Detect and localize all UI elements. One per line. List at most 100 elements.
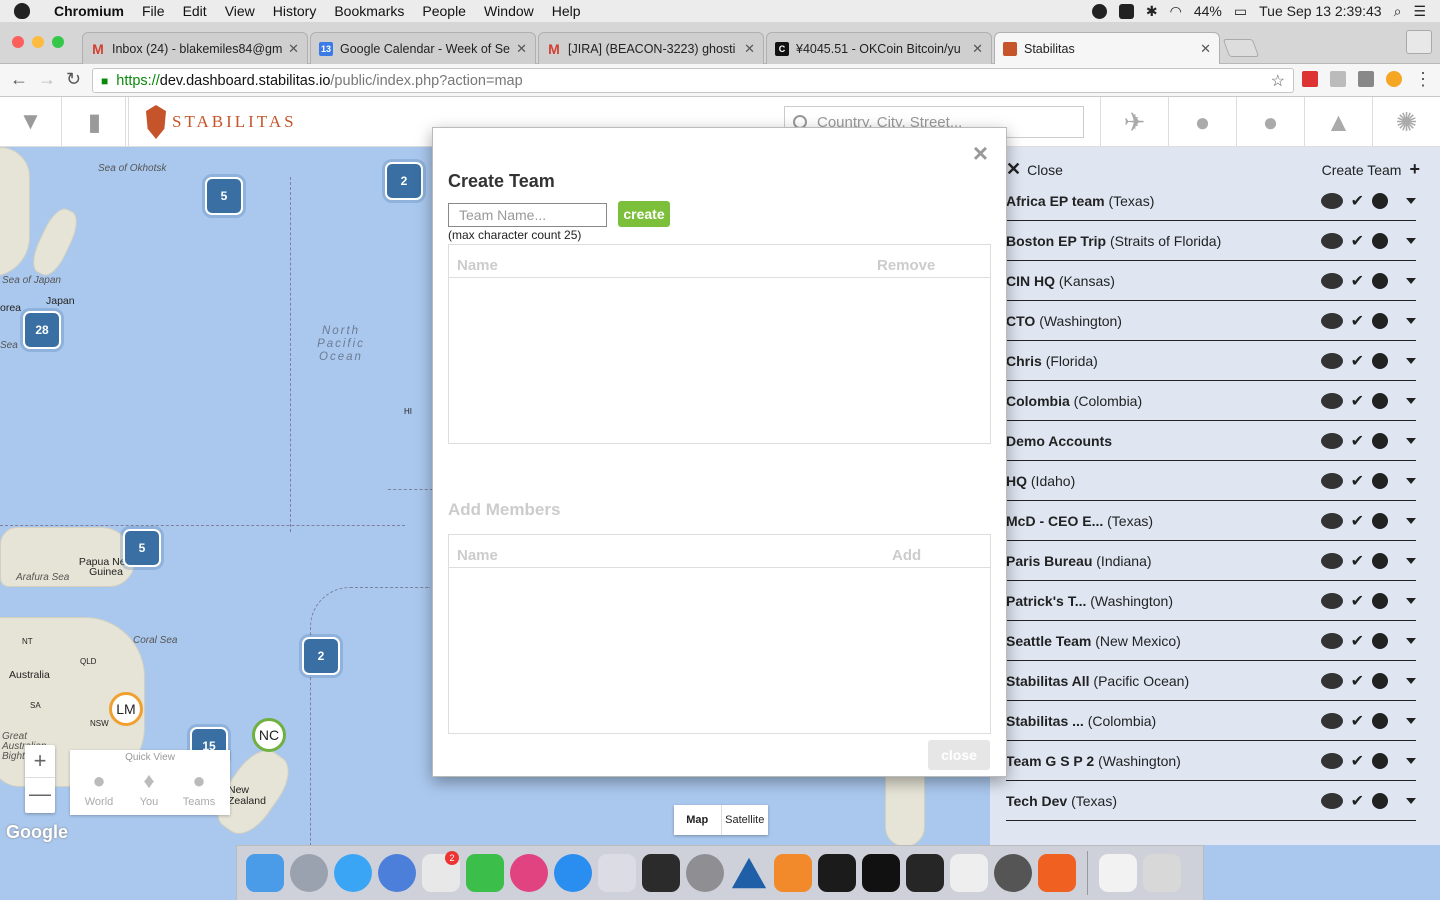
checkmark-icon[interactable]: ✔ [1351, 631, 1364, 651]
team-row[interactable]: Seattle Team (New Mexico) ✔ [1006, 621, 1416, 661]
close-tab-icon[interactable]: ✕ [288, 41, 299, 57]
globe-icon[interactable] [1372, 353, 1388, 369]
reload-icon[interactable]: ↻ [66, 69, 81, 90]
team-name[interactable]: McD - CEO E... (Texas) [1006, 513, 1153, 529]
checkmark-icon[interactable]: ✔ [1351, 351, 1364, 371]
terminal-icon[interactable] [859, 851, 903, 895]
zoom-out-button[interactable]: — [25, 777, 55, 810]
globe-icon[interactable] [1372, 233, 1388, 249]
chevron-down-icon[interactable] [1406, 718, 1416, 724]
menu-history[interactable]: History [273, 3, 317, 19]
team-row[interactable]: CIN HQ (Kansas) ✔ [1006, 261, 1416, 301]
extension-calendar-icon[interactable] [1302, 71, 1318, 87]
panel-close-button[interactable]: ✕ Close [1006, 159, 1063, 180]
tab-okcoin[interactable]: C ¥4045.51 - OKCoin Bitcoin/yu ✕ [766, 32, 992, 64]
chat-icon[interactable] [1320, 793, 1343, 809]
chat-icon[interactable] [1320, 433, 1343, 449]
extension-g-icon[interactable] [1330, 71, 1346, 87]
checkmark-icon[interactable]: ✔ [1351, 711, 1364, 731]
team-name[interactable]: HQ (Idaho) [1006, 473, 1075, 489]
team-row[interactable]: Demo Accounts ✔ [1006, 421, 1416, 461]
malwarebytes-icon[interactable] [1091, 3, 1107, 19]
ethereum-wallet-icon[interactable] [595, 851, 639, 895]
modal-close-button[interactable]: close [928, 740, 990, 770]
menu-edit[interactable]: Edit [183, 3, 207, 19]
menu-help[interactable]: Help [552, 3, 581, 19]
close-tab-icon[interactable]: ✕ [1200, 41, 1211, 57]
filter-icon[interactable]: ▼ [0, 97, 62, 147]
team-row[interactable]: Stabilitas All (Pacific Ocean) ✔ [1006, 661, 1416, 701]
wifi-icon[interactable]: ◠ [1170, 3, 1182, 20]
team-name[interactable]: CIN HQ (Kansas) [1006, 273, 1115, 289]
documents-folder-icon[interactable] [1096, 851, 1140, 895]
chevron-down-icon[interactable] [1406, 278, 1416, 284]
create-button[interactable]: create [618, 201, 670, 227]
back-icon[interactable]: ← [10, 69, 28, 90]
forward-icon[interactable]: → [38, 69, 56, 90]
team-row[interactable]: Patrick's T... (Washington) ✔ [1006, 581, 1416, 621]
slack-icon[interactable]: 2 [419, 851, 463, 895]
team-row[interactable]: Africa EP team (Texas) ✔ [1006, 181, 1416, 221]
finder-icon[interactable] [243, 851, 287, 895]
chat-icon[interactable] [1320, 193, 1343, 209]
chevron-down-icon[interactable] [1406, 438, 1416, 444]
disk-utility-icon[interactable] [991, 851, 1035, 895]
chevron-down-icon[interactable] [1406, 398, 1416, 404]
chevron-down-icon[interactable] [1406, 558, 1416, 564]
globe-icon[interactable] [1372, 273, 1388, 289]
map-team-pin[interactable]: LM [109, 692, 143, 726]
messages-icon[interactable] [331, 851, 375, 895]
quick-view-world-button[interactable]: ● World [74, 766, 124, 808]
chromium-icon[interactable] [375, 851, 419, 895]
notifications-bell-icon[interactable]: ▲ [1304, 97, 1372, 147]
chevron-down-icon[interactable] [1406, 198, 1416, 204]
team-row[interactable]: Boston EP Trip (Straits of Florida) ✔ [1006, 221, 1416, 261]
globe-icon[interactable] [1372, 633, 1388, 649]
chevron-down-icon[interactable] [1406, 678, 1416, 684]
menu-app[interactable]: Chromium [54, 3, 124, 19]
checkmark-icon[interactable]: ✔ [1351, 671, 1364, 691]
globe-icon[interactable] [1372, 753, 1388, 769]
checkmark-icon[interactable]: ✔ [1351, 471, 1364, 491]
checkmark-icon[interactable]: ✔ [1351, 511, 1364, 531]
facetime-icon[interactable] [463, 851, 507, 895]
zoom-window-button[interactable] [52, 36, 64, 48]
close-window-button[interactable] [12, 36, 24, 48]
checkmark-icon[interactable]: ✔ [1351, 791, 1364, 811]
coda-icon[interactable] [639, 851, 683, 895]
team-row[interactable]: Colombia (Colombia) ✔ [1006, 381, 1416, 421]
globe-icon[interactable] [1372, 553, 1388, 569]
console-icon[interactable] [903, 851, 947, 895]
chevron-down-icon[interactable] [1406, 798, 1416, 804]
jx-icon[interactable] [1035, 851, 1079, 895]
quick-view-you-button[interactable]: ♦ You [124, 766, 174, 808]
close-tab-icon[interactable]: ✕ [516, 41, 527, 57]
team-row[interactable]: Tech Dev (Texas) ✔ [1006, 781, 1416, 821]
menu-window[interactable]: Window [484, 3, 534, 19]
chat-icon[interactable] [1320, 673, 1343, 689]
globe-icon[interactable] [1372, 313, 1388, 329]
globe-icon[interactable] [1372, 433, 1388, 449]
stabilitas-logo[interactable]: STABILITAS [146, 105, 297, 139]
chat-icon[interactable] [1320, 513, 1343, 529]
apple-icon[interactable] [14, 3, 30, 19]
globe-icon[interactable] [1372, 473, 1388, 489]
chat-icon[interactable] [1320, 593, 1343, 609]
chat-icon[interactable] [1320, 313, 1343, 329]
chevron-down-icon[interactable] [1406, 758, 1416, 764]
team-name[interactable]: Stabilitas All (Pacific Ocean) [1006, 673, 1189, 689]
chat-icon[interactable] [1320, 553, 1343, 569]
checkmark-icon[interactable]: ✔ [1351, 271, 1364, 291]
team-name-input[interactable]: Team Name... [448, 203, 607, 227]
chat-icon[interactable]: ● [1236, 97, 1304, 147]
team-row[interactable]: Chris (Florida) ✔ [1006, 341, 1416, 381]
team-row[interactable]: CTO (Washington) ✔ [1006, 301, 1416, 341]
app-store-icon[interactable] [551, 851, 595, 895]
team-name[interactable]: Patrick's T... (Washington) [1006, 593, 1173, 609]
launchpad-icon[interactable] [287, 851, 331, 895]
notification-center-icon[interactable]: ☰ [1413, 3, 1426, 20]
team-name[interactable]: Tech Dev (Texas) [1006, 793, 1117, 809]
checkmark-icon[interactable]: ✔ [1351, 191, 1364, 211]
chevron-down-icon[interactable] [1406, 598, 1416, 604]
activity-monitor-icon[interactable] [815, 851, 859, 895]
